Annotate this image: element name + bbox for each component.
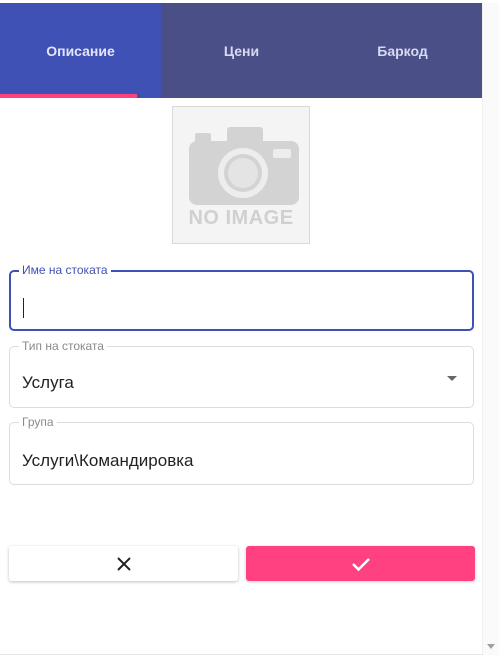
product-type-select[interactable]: Тип на стоката Услуга xyxy=(9,339,474,408)
tab-barcode-label: Баркод xyxy=(377,42,428,59)
dropdown-arrow-icon[interactable] xyxy=(447,376,457,381)
tab-description[interactable]: Описание xyxy=(0,3,161,98)
tab-prices-label: Цени xyxy=(223,42,260,59)
scrollbar[interactable] xyxy=(482,3,499,655)
active-tab-indicator xyxy=(0,94,137,98)
group-value[interactable]: Услуги\Командировка xyxy=(22,451,194,471)
tab-description-label: Описание xyxy=(46,42,115,59)
tab-barcode[interactable]: Баркод xyxy=(322,3,483,98)
product-name-field[interactable]: Име на стоката xyxy=(9,263,474,331)
product-name-label: Име на стоката xyxy=(19,263,111,277)
close-icon xyxy=(116,556,131,571)
group-label: Група xyxy=(19,415,57,429)
group-field[interactable]: Група Услуги\Командировка xyxy=(9,415,474,485)
check-icon xyxy=(351,557,370,571)
no-image-text: NO IMAGE xyxy=(188,207,294,229)
tab-prices[interactable]: Цени xyxy=(161,3,322,98)
confirm-button[interactable] xyxy=(246,546,475,581)
product-type-value: Услуга xyxy=(22,373,74,392)
text-caret xyxy=(23,298,24,318)
scroll-down-arrow-icon[interactable] xyxy=(487,644,495,649)
tab-bar: Описание Цени Баркод xyxy=(0,3,483,98)
product-image-placeholder[interactable]: NO IMAGE xyxy=(172,106,310,244)
cancel-button[interactable] xyxy=(9,546,238,581)
product-type-label: Тип на стоката xyxy=(19,339,107,353)
